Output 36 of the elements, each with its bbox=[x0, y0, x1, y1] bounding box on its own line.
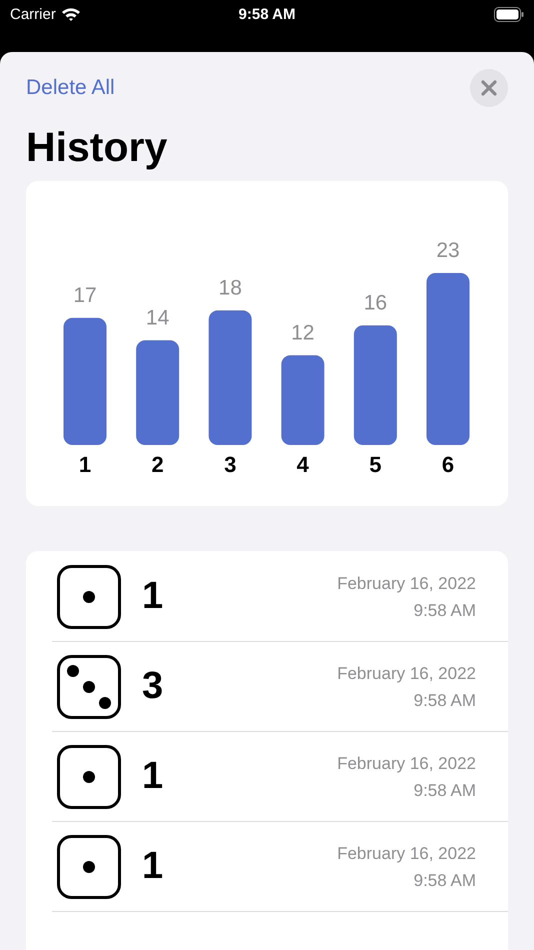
roll-time: 9:58 AM bbox=[412, 780, 476, 802]
category-label: 4 bbox=[296, 452, 309, 477]
carrier-label: Carrier bbox=[10, 6, 56, 22]
roll-date: February 16, 2022 bbox=[337, 752, 476, 774]
bar-value-label: 18 bbox=[218, 276, 242, 300]
category-label: 1 bbox=[78, 452, 92, 477]
battery-icon bbox=[494, 6, 524, 22]
bar-value-label: 14 bbox=[146, 306, 170, 330]
die-icon bbox=[57, 744, 121, 808]
roll-value: 3 bbox=[142, 665, 164, 708]
close-button[interactable] bbox=[470, 69, 508, 107]
bar-value-label: 23 bbox=[436, 239, 460, 262]
category-label: 3 bbox=[224, 452, 236, 477]
die-icon bbox=[57, 564, 121, 628]
bar-value-label: 17 bbox=[73, 284, 97, 307]
die-icon bbox=[57, 834, 121, 898]
roll-date: February 16, 2022 bbox=[337, 842, 476, 864]
page-title: History bbox=[26, 123, 168, 171]
roll-value: 1 bbox=[142, 575, 164, 618]
category-label: 6 bbox=[442, 452, 454, 477]
roll-time: 9:58 AM bbox=[412, 690, 476, 712]
category-label: 2 bbox=[151, 452, 164, 477]
roll-time: 9:58 AM bbox=[412, 600, 476, 622]
roll-value: 1 bbox=[142, 755, 164, 798]
bar-value-label: 12 bbox=[291, 321, 314, 344]
roll-time: 9:58 AM bbox=[412, 870, 476, 892]
wifi-icon bbox=[60, 6, 81, 22]
roll-value: 1 bbox=[142, 845, 164, 888]
category-label: 5 bbox=[369, 452, 382, 477]
delete-all-button[interactable]: Delete All bbox=[26, 76, 115, 100]
clock-time: 9:58 AM bbox=[238, 6, 296, 22]
roll-date: February 16, 2022 bbox=[337, 662, 476, 684]
die-icon bbox=[57, 654, 121, 718]
close-icon bbox=[481, 80, 497, 96]
roll-date: February 16, 2022 bbox=[337, 572, 476, 594]
bar-value-label: 16 bbox=[364, 291, 388, 314]
